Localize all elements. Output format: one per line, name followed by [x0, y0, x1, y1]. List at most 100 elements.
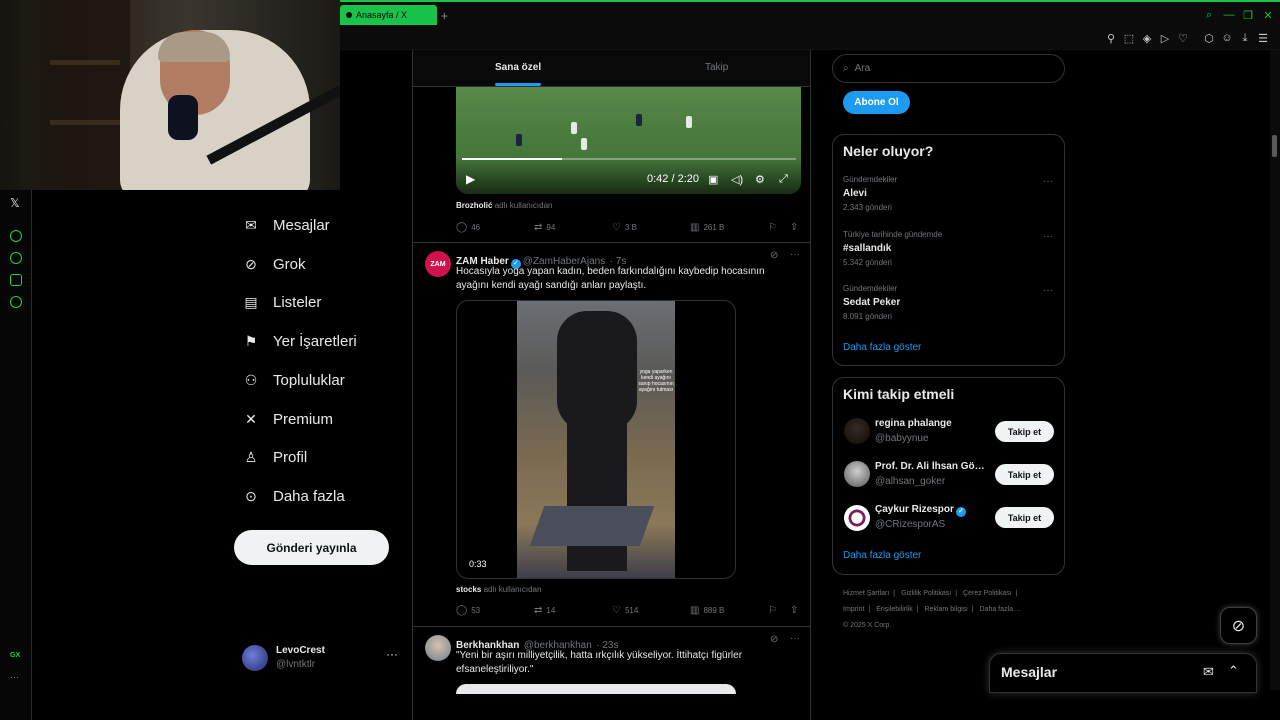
avatar[interactable] — [844, 461, 870, 487]
bookmark-button[interactable]: ⚐ — [768, 605, 781, 616]
footer-link[interactable]: Daha fazla ... — [980, 606, 1021, 613]
scrollbar-thumb[interactable] — [1272, 135, 1277, 157]
browser-tab-home[interactable]: Anasayfa / X — [340, 5, 437, 25]
heart-icon: ♡ — [612, 605, 621, 616]
footer-link[interactable]: Çerez Politikası — [963, 590, 1012, 597]
follow-button[interactable]: Takip et — [995, 464, 1054, 485]
repost-button[interactable]: ⇄ 14 — [534, 605, 555, 616]
trend-more-icon[interactable]: ··· — [1043, 231, 1053, 242]
follow-show-more[interactable]: Daha fazla göster — [843, 550, 921, 561]
bookmark-button[interactable]: ⚐ — [768, 222, 781, 233]
avatar[interactable] — [844, 418, 870, 444]
x-logo-icon[interactable]: 𝕏 — [10, 196, 20, 210]
new-message-icon[interactable]: ✉ — [1203, 664, 1214, 680]
follow-name[interactable]: Prof. Dr. Ali İhsan Gökçen — [875, 461, 990, 472]
nav-profile[interactable]: ♙ Profil — [242, 443, 307, 471]
reply-button[interactable]: ◯ 53 — [456, 605, 480, 616]
tab-following[interactable]: Takip — [705, 62, 728, 73]
trend-name[interactable]: Alevi — [843, 188, 867, 199]
follow-button[interactable]: Takip et — [995, 507, 1054, 528]
video-progress[interactable] — [462, 158, 796, 160]
footer-link[interactable]: Reklam bilgisi — [925, 606, 968, 613]
nav-grok[interactable]: ⊘ Grok — [242, 250, 305, 278]
minimize-icon[interactable]: — — [1222, 8, 1236, 22]
pin-icon[interactable]: ⚲ — [1104, 31, 1118, 45]
expand-icon[interactable]: ⌃ — [1228, 663, 1239, 679]
messages-drawer[interactable]: Mesajlar ✉ ⌃ — [989, 653, 1257, 693]
heart-icon[interactable]: ♡ — [1176, 31, 1190, 45]
nav-premium[interactable]: ✕ Premium — [242, 405, 333, 433]
volume-icon[interactable]: ◁) — [731, 173, 743, 186]
extensions-icon[interactable]: ⬡ — [1202, 31, 1216, 45]
video-player[interactable]: ▶ 0:42 / 2:20 ▣ ◁) ⚙ ⤢ — [456, 86, 801, 194]
avatar[interactable] — [844, 505, 870, 531]
extensions-sidebar-icon[interactable] — [10, 274, 22, 286]
account-more-icon[interactable]: ··· — [386, 647, 398, 661]
download-icon[interactable]: ⤓ — [1238, 31, 1252, 45]
new-tab-button[interactable]: + — [441, 9, 448, 23]
views-button[interactable]: ▥ 261 B — [690, 222, 724, 233]
tab-for-you[interactable]: Sana özel — [495, 62, 541, 73]
grok-explain-icon[interactable]: ⊘ — [770, 250, 778, 261]
menu-icon[interactable]: ☰ — [1256, 31, 1270, 45]
views-button[interactable]: ▥ 889 B — [690, 605, 724, 616]
nav-communities[interactable]: ⚇ Topluluklar — [242, 366, 345, 394]
reply-button[interactable]: ◯ 46 — [456, 222, 480, 233]
sidebar-more-icon[interactable]: ··· — [10, 672, 19, 682]
account-switcher[interactable]: LevoCrest @lvntktlr ··· — [242, 643, 402, 673]
webcam-overlay — [0, 0, 340, 190]
follow-name[interactable]: Çaykur Rizespor ✓ — [875, 504, 990, 517]
like-button[interactable]: ♡ 3 B — [612, 222, 637, 233]
share-button[interactable]: ⇪ — [790, 605, 802, 616]
share-button[interactable]: ⇪ — [790, 222, 802, 233]
play-icon[interactable]: ▶ — [466, 172, 475, 186]
trend-more-icon[interactable]: ··· — [1043, 285, 1053, 296]
footer-link[interactable]: Imprint — [843, 606, 864, 613]
gx-label[interactable]: GX — [10, 652, 20, 659]
source-author[interactable]: stocks — [456, 585, 481, 594]
settings-icon[interactable]: ⚙ — [755, 173, 765, 186]
like-button[interactable]: ♡ 514 — [612, 605, 638, 616]
post-button[interactable]: Gönderi yayınla — [234, 530, 389, 565]
tweet-more-icon[interactable]: ··· — [790, 249, 800, 260]
video-controls — [456, 158, 801, 194]
captions-icon[interactable]: ▣ — [708, 173, 718, 186]
footer-link[interactable]: Hizmet Şartları — [843, 590, 889, 597]
restore-icon[interactable]: ❐ — [1241, 8, 1255, 22]
follow-button[interactable]: Takip et — [995, 421, 1054, 442]
fullscreen-icon[interactable]: ⤢ — [779, 173, 788, 186]
screenshot-icon[interactable]: ⬚ — [1122, 31, 1136, 45]
grok-explain-icon[interactable]: ⊘ — [770, 634, 778, 645]
quoted-media[interactable] — [456, 684, 736, 694]
source-author[interactable]: Brozholić — [456, 201, 492, 210]
tweet-more-icon[interactable]: ··· — [790, 633, 800, 644]
trend-name[interactable]: Sedat Peker — [843, 297, 900, 308]
trend-more-icon[interactable]: ··· — [1043, 176, 1053, 187]
nav-bookmarks[interactable]: ⚑ Yer İşaretleri — [242, 327, 357, 355]
avatar[interactable] — [425, 635, 451, 661]
footer-link[interactable]: Gizlilik Politikası — [901, 590, 951, 597]
trend-count: 5.342 gönderi — [843, 258, 892, 267]
trend-name[interactable]: #sallandık — [843, 243, 891, 254]
history-icon[interactable] — [10, 252, 22, 264]
nav-messages[interactable]: ✉ Mesajlar — [242, 211, 330, 239]
avatar[interactable]: ZAM — [425, 251, 451, 277]
grok-fab-icon[interactable]: ⊘ — [1220, 607, 1257, 644]
search-icon[interactable]: ⌕ — [1202, 8, 1216, 22]
video-player[interactable]: yoga yaparken kendi ayağını sanıp hocası… — [456, 300, 736, 579]
nav-lists[interactable]: ▤ Listeler — [242, 288, 321, 316]
player-icon[interactable] — [10, 230, 22, 242]
trends-show-more[interactable]: Daha fazla göster — [843, 342, 921, 353]
search-input[interactable]: ⌕ Ara — [832, 54, 1065, 83]
settings-icon[interactable] — [10, 296, 22, 308]
nav-more[interactable]: ⊙ Daha fazla — [242, 482, 345, 510]
subscribe-button[interactable]: Abone Ol — [843, 91, 910, 114]
follow-name[interactable]: regina phalange — [875, 418, 990, 429]
close-window-icon[interactable]: ✕ — [1261, 8, 1275, 22]
profile-icon[interactable]: ☺ — [1220, 31, 1234, 45]
play-icon[interactable]: ▷ — [1158, 31, 1172, 45]
scrollbar[interactable] — [1270, 50, 1280, 690]
footer-link[interactable]: Erişilebilirlik — [876, 606, 913, 613]
shield-icon[interactable]: ◈ — [1140, 31, 1154, 45]
repost-button[interactable]: ⇄ 94 — [534, 222, 555, 233]
